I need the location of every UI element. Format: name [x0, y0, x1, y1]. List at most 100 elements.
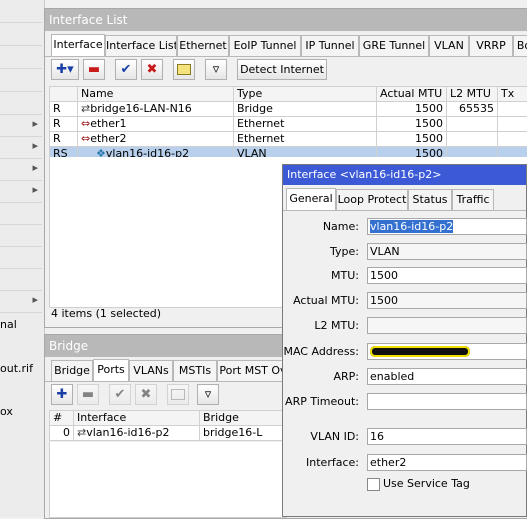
interface-dialog: Interface <vlan16-id16-p2> General Loop … — [282, 164, 527, 517]
menu-row[interactable]: ▸ — [0, 114, 42, 137]
row-flag: R — [50, 102, 78, 117]
row-tx — [498, 102, 527, 117]
enable-button[interactable]: ✔ — [109, 384, 131, 405]
actual-mtu-label: Actual MTU: — [283, 292, 359, 309]
disable-button[interactable]: ✖ — [141, 59, 163, 80]
filter-button[interactable]: ▿ — [197, 384, 219, 405]
table-row[interactable]: 0 ⇄vlan16-id16-p2 bridge16-L — [50, 426, 286, 441]
table-header: # Interface Bridge — [50, 411, 286, 426]
row-l2-mtu — [447, 132, 498, 147]
column-header-bridge[interactable]: Bridge — [200, 411, 286, 426]
table-row[interactable]: R ⇔ether1 Ethernet 1500 — [50, 117, 527, 132]
menu-row[interactable] — [0, 0, 42, 23]
tab-traffic[interactable]: Traffic — [452, 189, 494, 210]
cross-icon: ✖ — [147, 62, 158, 77]
bridge-icon: ⇄ — [81, 102, 90, 115]
table-row[interactable]: R ⇔ether2 Ethernet 1500 — [50, 132, 527, 147]
tab-ip-tunnel[interactable]: IP Tunnel — [301, 35, 359, 56]
status-text: 4 items (1 selected) — [51, 307, 161, 320]
row-name: bridge16-LAN-N16 — [90, 102, 192, 115]
disable-button[interactable]: ✖ — [135, 384, 157, 405]
column-header-flags[interactable] — [50, 87, 78, 102]
row-actual-mtu: 1500 — [377, 102, 447, 117]
comment-button[interactable] — [173, 59, 195, 80]
menu-row[interactable]: ▸ — [0, 180, 42, 203]
cross-icon: ✖ — [141, 387, 152, 402]
row-type: Bridge — [234, 102, 377, 117]
interface-list-tabs: Interface Interface List Ethernet EoIP T… — [49, 35, 527, 56]
minus-icon: ▬ — [82, 387, 94, 402]
tab-divider — [45, 56, 527, 57]
menu-row[interactable] — [0, 23, 42, 46]
menu-row[interactable]: ▸ — [0, 290, 42, 313]
arp-select[interactable]: enabled — [367, 368, 527, 385]
window-title: Interface List — [45, 9, 527, 31]
tab-bridge[interactable]: Bridge — [51, 360, 93, 381]
menu-label[interactable]: out.rif — [0, 362, 33, 375]
menu-row[interactable] — [0, 202, 42, 225]
ethernet-icon: ⇔ — [81, 117, 90, 130]
column-header-interface[interactable]: Interface — [74, 411, 200, 426]
filter-button[interactable]: ▿ — [205, 59, 227, 80]
add-button[interactable]: ✚ — [51, 384, 73, 405]
tab-bonding[interactable]: Bo — [513, 35, 527, 56]
interface-label: Interface: — [283, 454, 359, 471]
column-header-number[interactable]: # — [50, 411, 74, 426]
row-bridge: bridge16-L — [200, 426, 286, 441]
mtu-field[interactable]: 1500 — [367, 267, 527, 284]
column-header-l2-mtu[interactable]: L2 MTU — [447, 87, 498, 102]
row-l2-mtu: 65535 — [447, 102, 498, 117]
menu-row[interactable] — [0, 246, 42, 269]
name-field[interactable]: vlan16-id16-p2 — [367, 218, 527, 235]
add-button[interactable]: ✚▾ — [51, 59, 79, 80]
column-header-tx[interactable]: Tx — [498, 87, 527, 102]
menu-label[interactable]: ox — [0, 405, 13, 418]
arp-timeout-field[interactable] — [367, 393, 527, 410]
menu-row[interactable] — [0, 268, 42, 291]
submenu-arrow-icon: ▸ — [32, 183, 38, 196]
tab-ethernet[interactable]: Ethernet — [177, 35, 229, 56]
tab-ports[interactable]: Ports — [93, 359, 129, 382]
comment-button[interactable] — [167, 384, 189, 405]
table-row[interactable]: R ⇄bridge16-LAN-N16 Bridge 1500 65535 — [50, 102, 527, 117]
enable-button[interactable]: ✔ — [115, 59, 137, 80]
tab-interface-list[interactable]: Interface List — [105, 35, 177, 56]
vlan-id-field[interactable]: 16 — [367, 428, 527, 445]
menu-row[interactable] — [0, 46, 42, 69]
tab-vrrp[interactable]: VRRP — [469, 35, 513, 56]
plus-icon: ✚ — [57, 387, 68, 402]
menu-row[interactable] — [0, 69, 42, 92]
tab-interface[interactable]: Interface — [51, 34, 105, 57]
name-field-value: vlan16-id16-p2 — [370, 220, 453, 233]
mtu-label: MTU: — [283, 267, 359, 284]
tab-port-mst-overrides[interactable]: Port MST Ov — [217, 360, 289, 381]
tab-vlans[interactable]: VLANs — [129, 360, 173, 381]
column-header-actual-mtu[interactable]: Actual MTU — [377, 87, 447, 102]
service-tag-checkbox[interactable] — [367, 478, 380, 491]
menu-row[interactable]: ▸ — [0, 158, 42, 181]
remove-button[interactable]: ▬ — [83, 59, 105, 80]
menu-label[interactable]: nal — [0, 318, 17, 331]
menu-row[interactable] — [0, 92, 42, 115]
tab-vlan[interactable]: VLAN — [429, 35, 469, 56]
menu-row[interactable] — [0, 224, 42, 247]
row-name-cell: ⇄bridge16-LAN-N16 — [78, 102, 234, 117]
interface-table: Name Type Actual MTU L2 MTU Tx R ⇄bridge… — [49, 86, 527, 162]
tab-status[interactable]: Status — [408, 189, 452, 210]
tab-loop-protect[interactable]: Loop Protect — [336, 189, 408, 210]
detect-internet-button[interactable]: Detect Internet — [237, 59, 327, 80]
column-header-name[interactable]: Name — [78, 87, 234, 102]
row-actual-mtu: 1500 — [377, 117, 447, 132]
menu-row[interactable]: ▸ — [0, 136, 42, 159]
tab-eoip-tunnel[interactable]: EoIP Tunnel — [229, 35, 301, 56]
minus-icon: ▬ — [88, 62, 100, 77]
tab-gre-tunnel[interactable]: GRE Tunnel — [359, 35, 429, 56]
submenu-arrow-icon: ▸ — [32, 293, 38, 306]
interface-select[interactable]: ether2 — [367, 454, 527, 471]
column-header-type[interactable]: Type — [234, 87, 377, 102]
remove-button[interactable]: ▬ — [77, 384, 99, 405]
tab-mstis[interactable]: MSTIs — [173, 360, 217, 381]
mac-address-field[interactable] — [367, 343, 527, 360]
row-flag: R — [50, 117, 78, 132]
tab-general[interactable]: General — [286, 188, 336, 211]
